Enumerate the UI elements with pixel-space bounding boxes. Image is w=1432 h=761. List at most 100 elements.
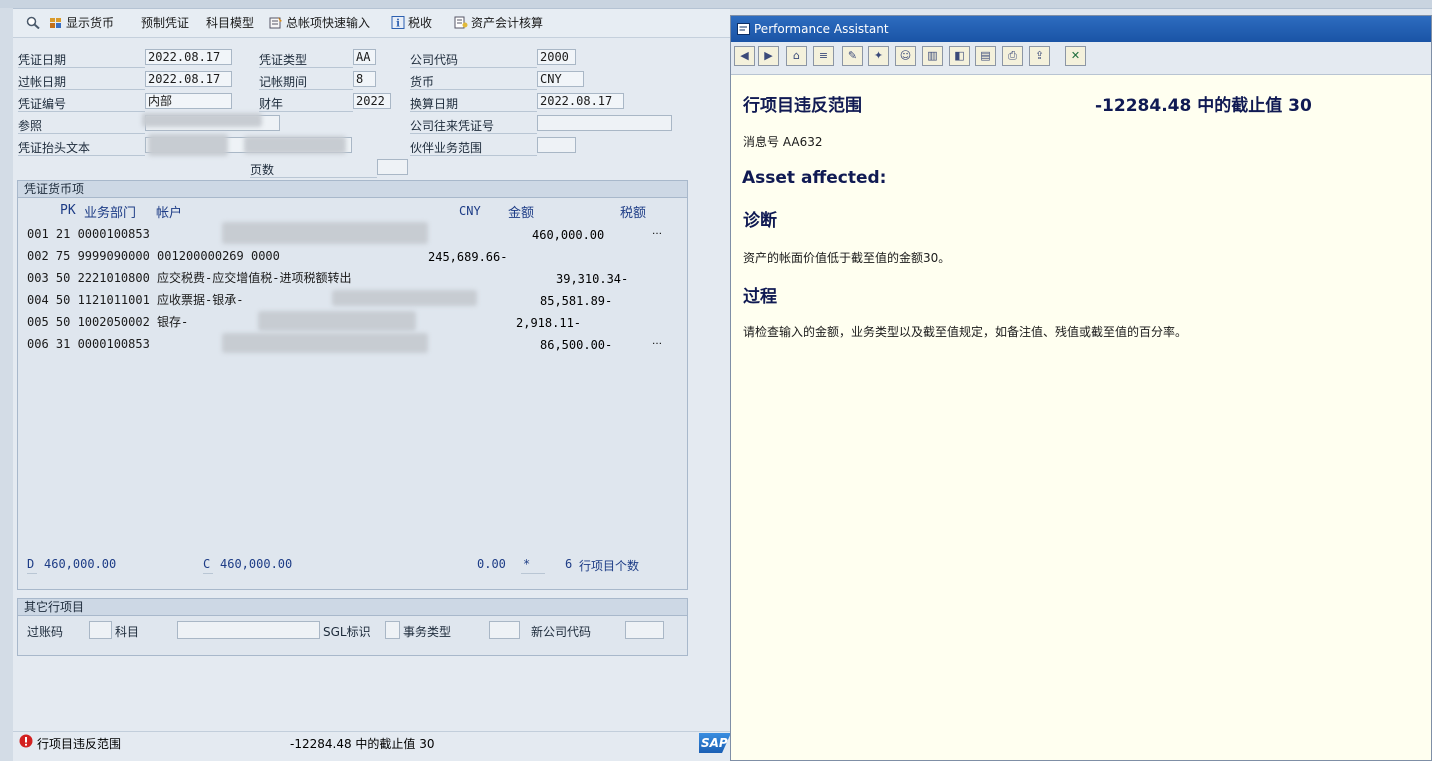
redacted-row-1: [222, 222, 428, 244]
transaction-type-label: 事务类型: [403, 625, 452, 639]
redacted-row-6: [222, 333, 428, 353]
line-count-label: 行项目个数: [579, 559, 640, 573]
sgl-field[interactable]: [385, 621, 400, 639]
home-icon[interactable]: ⌂: [786, 46, 807, 66]
doc-no-underline: [18, 111, 145, 112]
pa-diagnosis-text: 资产的帐面价值低于截至值的金额30。: [743, 251, 951, 265]
row-amount: 245,689.66-: [428, 250, 508, 264]
page-underline: [250, 177, 377, 178]
column-tax: 税额: [620, 206, 647, 221]
fiscal-year-label: 财年: [259, 97, 284, 111]
tax-button[interactable]: i 税收: [391, 15, 432, 31]
svg-text:i: i: [396, 19, 400, 30]
performance-assistant-window: Performance Assistant ◀ ▶ ⌂ ≡ ✎ ✦ ☺ ▥ ◧ …: [730, 15, 1432, 761]
redacted-row-5: [258, 311, 416, 331]
doc-type-field[interactable]: AA: [353, 49, 376, 65]
edit-icon[interactable]: ✎: [842, 46, 863, 66]
error-icon: [19, 734, 33, 748]
parked-document-button[interactable]: 预制凭证: [141, 15, 189, 31]
translation-date-underline: [410, 111, 537, 112]
display-search-icon[interactable]: [26, 15, 43, 31]
left-border: [0, 8, 13, 761]
status-message-left[interactable]: 行项目违反范围: [37, 735, 121, 752]
fiscal-year-underline: [259, 111, 353, 112]
export-icon[interactable]: ⇪: [1029, 46, 1050, 66]
translation-date-field[interactable]: 2022.08.17: [537, 93, 624, 109]
wizard-icon[interactable]: ✦: [868, 46, 889, 66]
row-text: 001 21 0000100853: [27, 227, 150, 241]
account-label: 科目: [115, 625, 140, 639]
table-row[interactable]: 002 75 9999090000 001200000269 0000: [27, 246, 280, 266]
asset-accounting-icon: [454, 16, 468, 29]
currency-icon: [50, 18, 61, 28]
doc-date-field[interactable]: 2022.08.17: [145, 49, 232, 65]
bookmark-icon[interactable]: ◧: [949, 46, 970, 66]
pa-heading-value: -12284.48 中的截止值 30: [1095, 96, 1312, 116]
tax-label: 税收: [408, 16, 433, 30]
doc-no-label: 凭证编号: [18, 97, 67, 111]
book-icon[interactable]: ▥: [922, 46, 943, 66]
doc-date-label: 凭证日期: [18, 53, 67, 67]
pa-heading-message: 行项目违反范围: [743, 96, 862, 116]
forward-arrow-icon[interactable]: ▶: [758, 46, 779, 66]
currency-underline: [410, 89, 537, 90]
pa-toolbar: ◀ ▶ ⌂ ≡ ✎ ✦ ☺ ▥ ◧ ▤ ⎙ ⇪ ✕: [731, 42, 1431, 75]
print-icon[interactable]: ⎙: [1002, 46, 1023, 66]
pa-procedure-text: 请检查输入的金额，业务类型以及截至值规定，如备注值、残值或截至值的百分率。: [743, 325, 1188, 339]
intercompany-label: 公司往来凭证号: [410, 119, 495, 133]
new-company-code-field[interactable]: [625, 621, 664, 639]
asset-accounting-label: 资产会计核算: [471, 16, 544, 30]
reference-underline: [18, 133, 145, 134]
pa-title-bar: Performance Assistant: [731, 16, 1431, 42]
table-row[interactable]: 006 31 0000100853: [27, 334, 150, 354]
doc-type-label: 凭证类型: [259, 53, 308, 67]
table-row[interactable]: 001 21 0000100853: [27, 224, 150, 244]
credit-label: C: [203, 557, 211, 571]
table-row[interactable]: 003 50 2221010800 应交税费-应交增值税-进项税额转出: [27, 268, 352, 288]
reference-label: 参照: [18, 119, 43, 133]
table-row[interactable]: 004 50 1121011001 应收票据-银承-: [27, 290, 244, 310]
intercompany-field[interactable]: [537, 115, 672, 131]
fiscal-year-field[interactable]: 2022: [353, 93, 391, 109]
page-field[interactable]: [377, 159, 408, 175]
redacted-header-text-b: [244, 136, 346, 154]
company-code-underline: [410, 67, 537, 68]
technical-info-icon[interactable]: ≡: [813, 46, 834, 66]
period-field[interactable]: 8: [353, 71, 376, 87]
asset-accounting-button[interactable]: 资产会计核算: [454, 15, 543, 31]
row-text: 006 31 0000100853: [27, 337, 150, 351]
table-row[interactable]: 005 50 1002050002 银存-: [27, 312, 188, 332]
account-field[interactable]: [177, 621, 320, 639]
back-arrow-icon[interactable]: ◀: [734, 46, 755, 66]
gl-fast-entry-button[interactable]: 总帐项快速输入: [269, 15, 370, 31]
posting-key-label: 过账码: [27, 625, 64, 639]
header-text-underline: [18, 155, 145, 156]
row-more-indicator[interactable]: …: [652, 336, 662, 347]
company-code-field[interactable]: 2000: [537, 49, 576, 65]
trading-partner-field[interactable]: [537, 137, 576, 153]
balance-flag: *: [523, 557, 531, 571]
account-model-button[interactable]: 科目模型: [206, 15, 254, 31]
status-message-right[interactable]: -12284.48 中的截止值 30: [290, 735, 435, 752]
transaction-type-field[interactable]: [489, 621, 520, 639]
row-text: 002 75 9999090000 001200000269 0000: [27, 249, 280, 263]
display-currency-button[interactable]: 显示货币: [49, 15, 114, 31]
close-icon[interactable]: ✕: [1065, 46, 1086, 66]
document-icon[interactable]: ▤: [975, 46, 996, 66]
doc-no-field[interactable]: 内部: [145, 93, 232, 109]
posting-key-field[interactable]: [89, 621, 112, 639]
debit-label: D: [27, 557, 35, 571]
pa-diagnosis-title: 诊断: [743, 211, 777, 231]
new-company-code-label: 新公司代码: [531, 625, 592, 639]
title-strip: [0, 0, 1432, 9]
row-more-indicator[interactable]: …: [652, 226, 662, 237]
person-icon[interactable]: ☺: [895, 46, 916, 66]
redacted-header-text-a: [148, 134, 228, 156]
column-amount: 金额: [508, 206, 535, 221]
post-date-field[interactable]: 2022.08.17: [145, 71, 232, 87]
column-currency: CNY: [459, 204, 481, 218]
currency-field[interactable]: CNY: [537, 71, 584, 87]
period-label: 记帐期间: [259, 75, 308, 89]
column-account: 帐户: [156, 206, 183, 221]
line-items-group-title: 凭证货币项: [18, 181, 687, 198]
